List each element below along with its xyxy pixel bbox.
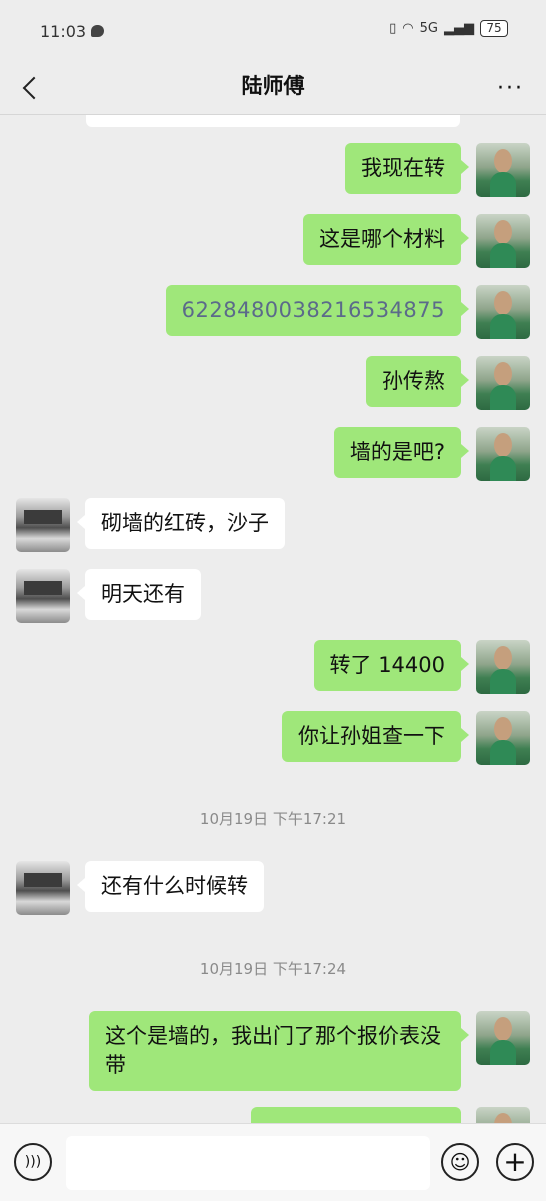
message-bubble[interactable]: 墙的是吧? <box>333 427 461 478</box>
contact-avatar[interactable] <box>16 569 70 623</box>
my-avatar[interactable] <box>476 711 530 765</box>
message-bubble[interactable]: 这个是墙的，我出门了那个报价表没带 <box>89 1011 461 1091</box>
message-row: 孙传熬 <box>366 356 530 410</box>
my-avatar[interactable] <box>476 427 530 481</box>
message-bubble[interactable]: 转了 14400 <box>313 640 461 691</box>
my-avatar[interactable] <box>476 640 530 694</box>
status-icons: ▯ ◠ 5G ▂▄▆ 75 <box>389 20 508 37</box>
timestamp: 10月19日 下午17:24 <box>199 960 347 978</box>
cutoff-message-bubble <box>86 115 460 127</box>
message-bubble[interactable]: 我现在转 <box>345 143 461 194</box>
message-bubble[interactable]: 6228480038216534875 <box>165 285 461 336</box>
battery-icon: 75 <box>480 20 508 37</box>
plus-icon[interactable]: + <box>496 1143 534 1181</box>
status-bar: 11:03 ▯ ◠ 5G ▂▄▆ 75 <box>0 0 546 62</box>
message-row: 你让孙姐查一下 <box>282 711 530 765</box>
wifi-icon: ◠ <box>402 21 414 36</box>
my-avatar[interactable] <box>476 1011 530 1065</box>
message-row: 这是哪个材料 <box>303 214 530 268</box>
message-bubble[interactable]: 你让孙姐查一下 <box>282 711 461 762</box>
input-bar: ))) ☺ + <box>0 1123 546 1201</box>
message-input[interactable] <box>66 1136 430 1190</box>
contact-avatar[interactable] <box>16 498 70 552</box>
message-row: 砌墙的红砖，沙子 <box>16 498 285 552</box>
chat-title: 陆师傅 <box>241 74 305 98</box>
message-bubble[interactable]: 这是哪个材料 <box>303 214 461 265</box>
vibrate-icon: ▯ <box>389 21 397 36</box>
message-bubble[interactable]: 还有什么时候转 <box>85 861 264 912</box>
voice-input-icon[interactable]: ))) <box>14 1143 52 1181</box>
message-row: 明天还有 <box>16 569 201 623</box>
message-row: 转了 14400 <box>313 640 530 694</box>
message-bubble[interactable]: 孙传熬 <box>366 356 461 407</box>
message-row: 还有什么时候转 <box>16 861 264 915</box>
contact-avatar[interactable] <box>16 861 70 915</box>
message-row: 这个是墙的，我出门了那个报价表没带 <box>89 1011 530 1091</box>
timestamp: 10月19日 下午17:21 <box>199 810 347 828</box>
message-notification-icon <box>91 25 104 37</box>
my-avatar[interactable] <box>476 214 530 268</box>
chat-header: 陆师傅 ··· <box>0 62 546 115</box>
status-time: 11:03 <box>40 22 87 41</box>
message-bubble[interactable]: 砌墙的红砖，沙子 <box>85 498 285 549</box>
message-bubble[interactable]: 明天还有 <box>85 569 201 620</box>
my-avatar[interactable] <box>476 356 530 410</box>
my-avatar[interactable] <box>476 143 530 197</box>
network-label: 5G <box>419 21 438 36</box>
chat-messages[interactable]: 我现在转 这是哪个材料 6228480038216534875 孙传熬 墙的是吧… <box>0 115 546 1123</box>
emoji-icon[interactable]: ☺ <box>441 1143 479 1181</box>
signal-icon: ▂▄▆ <box>444 21 474 36</box>
more-options-icon[interactable]: ··· <box>497 76 524 101</box>
message-row-partial <box>251 1107 530 1123</box>
message-bubble-partial[interactable] <box>251 1107 461 1123</box>
my-avatar[interactable] <box>476 285 530 339</box>
my-avatar[interactable] <box>476 1107 530 1123</box>
message-row: 6228480038216534875 <box>165 285 530 339</box>
message-row: 我现在转 <box>345 143 530 197</box>
message-row: 墙的是吧? <box>333 427 530 481</box>
